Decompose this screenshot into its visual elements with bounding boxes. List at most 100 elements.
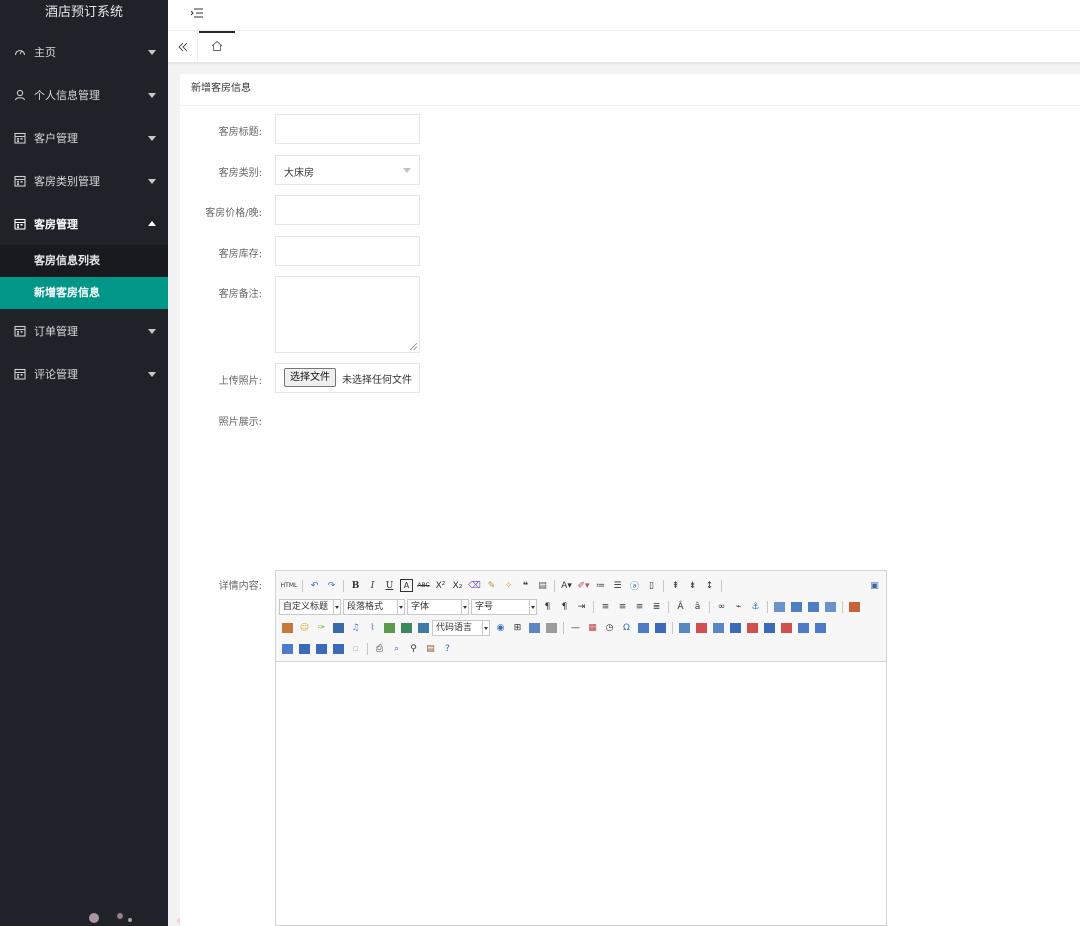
ltr-icon[interactable]: ¶ [541,600,554,613]
remark-textarea[interactable] [275,276,420,353]
font-border-icon[interactable]: A [400,579,413,592]
subscript-icon[interactable]: X₂ [451,579,464,592]
insert-caption-icon[interactable] [712,621,725,634]
font-color-icon[interactable]: A▾ [560,579,573,592]
align-right-icon[interactable]: ≡ [633,600,646,613]
format-brush-icon[interactable]: ✎ [485,579,498,592]
uppercase-icon[interactable]: Â [674,600,687,613]
indent-icon[interactable]: ⇥ [575,600,588,613]
merge-right-icon[interactable] [814,621,827,634]
superscript-icon[interactable]: X² [434,579,447,592]
stock-input[interactable] [275,236,420,266]
image-none-icon[interactable] [773,600,786,613]
redo-icon[interactable]: ↷ [325,579,338,592]
search-replace-icon[interactable]: ⚲ [407,642,420,655]
sidebar-item-orders[interactable]: 订单管理 [0,309,168,352]
unlink-icon[interactable]: ⌁ [732,600,745,613]
horizontal-rule-icon[interactable]: — [569,621,582,634]
insert-image-icon[interactable] [281,621,294,634]
preview-icon[interactable]: ⌕ [390,642,403,655]
rtl-icon[interactable]: ¶ [558,600,571,613]
paragraph-format-select[interactable]: 段落格式 [343,598,405,615]
charts-icon[interactable]: ▫ [349,642,362,655]
attachment-icon[interactable]: ⌇ [366,621,379,634]
insert-frame-icon[interactable] [417,621,430,634]
map-icon[interactable] [383,621,396,634]
strikethrough-icon[interactable]: ABC [417,579,430,592]
template-icon[interactable]: ⊞ [511,621,524,634]
insert-code-icon[interactable] [545,621,558,634]
editor-content-area[interactable] [276,662,886,925]
choose-file-button[interactable]: 选择文件 [284,368,336,387]
time-icon[interactable]: ◷ [603,621,616,634]
align-justify-icon[interactable]: ≣ [650,600,663,613]
underline-icon[interactable]: U [383,579,396,592]
merge-cells-icon[interactable] [797,621,810,634]
insert-col-icon[interactable] [763,621,776,634]
sidebar-item-rooms[interactable]: 客房管理 [0,202,168,245]
word-image-icon[interactable] [637,621,650,634]
sidebar-subitem-room-list[interactable]: 客房信息列表 [0,245,168,277]
paste-plain-icon[interactable]: ▤ [536,579,549,592]
split-cols-icon[interactable] [332,642,345,655]
auto-format-icon[interactable]: ✧ [502,579,515,592]
room-title-input[interactable] [275,114,420,144]
music-icon[interactable]: ♫ [349,621,362,634]
help-icon[interactable]: ? [441,642,454,655]
unordered-list-icon[interactable]: ☰ [611,579,624,592]
special-chars-icon[interactable]: Ω [620,621,633,634]
wordpaste-icon[interactable] [654,621,667,634]
code-language-select[interactable]: 代码语言 [432,619,490,636]
page-break-icon[interactable]: ◉ [494,621,507,634]
image-center-icon[interactable] [824,600,837,613]
split-cells-icon[interactable] [298,642,311,655]
clear-doc-icon[interactable]: ▯ [645,579,658,592]
sidebar-item-reviews[interactable]: 评论管理 [0,352,168,395]
price-input[interactable] [275,195,420,225]
resize-handle-icon[interactable] [410,343,417,350]
delete-row-icon[interactable] [746,621,759,634]
row-spacing-bottom-icon[interactable]: ⇟ [686,579,699,592]
emotion-icon[interactable]: ☺ [298,621,311,634]
sidebar-item-home[interactable]: 主页 [0,30,168,73]
lowercase-icon[interactable]: â [691,600,704,613]
menu-toggle-icon[interactable] [190,6,204,20]
date-icon[interactable]: ▦ [586,621,599,634]
select-all-icon[interactable]: ⓐ [628,579,641,592]
tab-home[interactable] [199,31,235,62]
merge-down-icon[interactable] [281,642,294,655]
highlight-color-icon[interactable]: ✐▾ [577,579,590,592]
blockquote-icon[interactable]: ❝ [519,579,532,592]
line-height-icon[interactable]: ↕ [703,579,716,592]
insert-row-icon[interactable] [729,621,742,634]
insert-table-icon[interactable] [678,621,691,634]
split-rows-icon[interactable] [315,642,328,655]
sidebar-item-customers[interactable]: 客户管理 [0,116,168,159]
image-left-icon[interactable] [790,600,803,613]
eraser-icon[interactable]: ⌫ [468,579,481,592]
ordered-list-icon[interactable]: ≔ [594,579,607,592]
sidebar-subitem-add-room[interactable]: 新增客房信息 [0,277,168,309]
html-source-icon[interactable]: HTML [281,579,298,592]
sidebar-item-room-types[interactable]: 客房类别管理 [0,159,168,202]
double-chevron-left-icon[interactable] [168,31,198,62]
align-left-icon[interactable]: ≡ [599,600,612,613]
delete-table-icon[interactable] [695,621,708,634]
delete-col-icon[interactable] [780,621,793,634]
font-size-select[interactable]: 字号 [471,598,537,615]
insert-video-icon[interactable] [332,621,345,634]
sidebar-item-profile[interactable]: 个人信息管理 [0,73,168,116]
row-spacing-top-icon[interactable]: ⇞ [669,579,682,592]
custom-heading-select[interactable]: 自定义标题 [279,598,341,615]
undo-icon[interactable]: ↶ [308,579,321,592]
room-type-select[interactable]: 大床房 [275,155,420,185]
align-center-icon[interactable]: ≡ [616,600,629,613]
font-family-select[interactable]: 字体 [407,598,469,615]
image-right-icon[interactable] [807,600,820,613]
scrawl-icon[interactable]: ✑ [315,621,328,634]
background-icon[interactable] [528,621,541,634]
fullscreen-icon[interactable]: ▣ [868,579,881,592]
italic-icon[interactable]: I [366,579,379,592]
print-icon[interactable]: ⎙ [373,642,386,655]
bold-icon[interactable]: B [349,579,362,592]
